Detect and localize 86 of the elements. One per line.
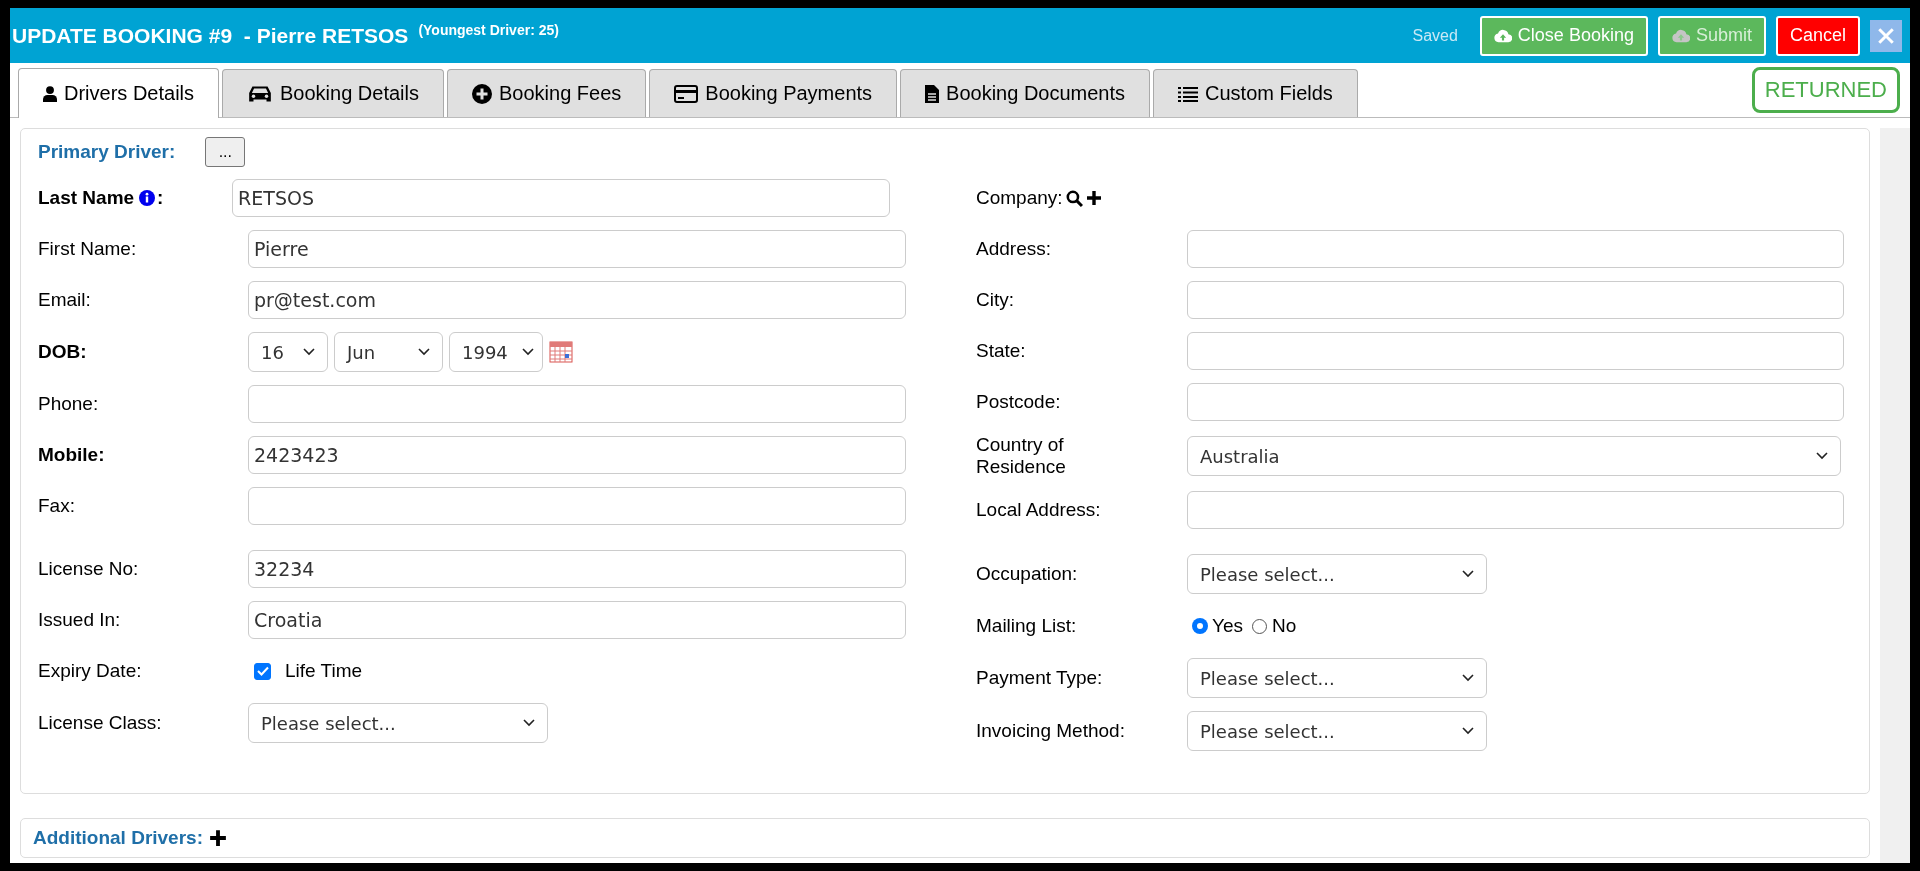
field-label: Fax: xyxy=(38,495,76,517)
tab[interactable]: Drivers Details xyxy=(18,68,220,118)
list-icon xyxy=(1178,85,1199,102)
more-button[interactable]: ... xyxy=(205,137,246,167)
text-field[interactable]: Pierre xyxy=(248,230,906,268)
select-field[interactable]: Please select... xyxy=(1187,554,1487,594)
field-label: Expiry Date: xyxy=(38,660,143,682)
window-title: UPDATE BOOKING #9 - Pierre RETSOS xyxy=(12,23,409,48)
plus-icon xyxy=(1085,190,1102,206)
car-icon xyxy=(247,83,274,104)
text-field[interactable]: RETSOS xyxy=(232,179,891,217)
chevron-down-icon xyxy=(1462,727,1474,735)
text-field[interactable] xyxy=(1187,491,1844,529)
field-label: Mailing List: xyxy=(976,615,1078,637)
youngest-driver-note: (Youngest Driver: 25) xyxy=(418,21,559,38)
select-field[interactable]: Please select... xyxy=(248,703,548,743)
select-field[interactable]: Please select... xyxy=(1187,658,1487,698)
cloud-upload-icon xyxy=(1493,28,1512,43)
radio-label: No xyxy=(1272,615,1297,637)
date-part-select[interactable]: 16 xyxy=(248,332,328,372)
field-label: Postcode: xyxy=(976,391,1062,413)
field-label: License Class: xyxy=(38,712,163,734)
info-icon xyxy=(139,190,156,206)
credit-card-icon xyxy=(674,84,699,103)
search-icon xyxy=(1065,189,1083,207)
chevron-down-icon xyxy=(1462,674,1474,682)
field-label: Address: xyxy=(976,238,1052,260)
add-driver-icon[interactable] xyxy=(209,829,227,847)
text-field[interactable] xyxy=(1187,383,1844,421)
text-field[interactable]: Croatia xyxy=(248,601,906,639)
field-label: City: xyxy=(976,289,1015,311)
field-label: State: xyxy=(976,340,1027,362)
text-field[interactable] xyxy=(1187,332,1844,370)
section-title: Additional Drivers: xyxy=(33,827,203,849)
field-label: Company: xyxy=(976,187,1063,209)
radio-button[interactable] xyxy=(1193,619,1207,633)
chevron-down-icon xyxy=(418,348,430,356)
text-field[interactable]: pr@test.com xyxy=(248,281,906,319)
chevron-down-icon xyxy=(1816,452,1828,460)
select-field[interactable]: Please select... xyxy=(1187,711,1487,751)
field-label: License No: xyxy=(38,558,140,580)
checkbox[interactable] xyxy=(254,662,271,680)
text-field[interactable]: 2423423 xyxy=(248,436,906,474)
close-button[interactable] xyxy=(1870,19,1902,52)
field-label: Email: xyxy=(38,289,92,311)
document-icon xyxy=(925,84,940,103)
field-label: Invoicing Method: xyxy=(976,720,1126,742)
checkbox-label: Life Time xyxy=(285,660,363,682)
booking-status-badge: RETURNED xyxy=(1751,67,1900,113)
user-icon xyxy=(43,84,57,103)
save-status: Saved xyxy=(1412,26,1458,45)
text-field[interactable] xyxy=(248,385,906,423)
date-part-select[interactable]: 1994 xyxy=(449,332,543,372)
calendar-icon[interactable] xyxy=(549,341,573,363)
field-label: DOB: xyxy=(38,341,88,363)
field-label: First Name: xyxy=(38,238,138,260)
radio-label: Yes xyxy=(1212,615,1243,637)
field-label: Issued In: xyxy=(38,609,122,631)
text-field[interactable]: 32234 xyxy=(248,550,906,588)
field-label: Payment Type: xyxy=(976,667,1104,689)
cancel-button[interactable]: Cancel xyxy=(1775,15,1860,56)
text-field[interactable] xyxy=(1187,281,1844,319)
tab[interactable]: Booking Documents xyxy=(900,69,1151,117)
select-field[interactable]: Australia xyxy=(1187,436,1841,476)
close-icon xyxy=(1877,26,1895,45)
text-field[interactable] xyxy=(1187,230,1844,268)
date-part-select[interactable]: Jun xyxy=(334,332,443,372)
text-field[interactable] xyxy=(248,487,906,525)
tab[interactable]: Booking Details xyxy=(222,69,444,117)
label-colon: : xyxy=(157,187,164,209)
field-label: Phone: xyxy=(38,393,100,415)
field-label: Local Address: xyxy=(976,499,1102,521)
tab[interactable]: Booking Payments xyxy=(649,69,898,117)
chevron-down-icon xyxy=(1462,570,1474,578)
plus-circle-icon xyxy=(472,83,492,104)
field-label: Occupation: xyxy=(976,563,1079,585)
field-label: Country of Residence xyxy=(976,434,1067,478)
chevron-down-icon xyxy=(522,348,534,356)
chevron-down-icon xyxy=(523,719,535,727)
cloud-upload-icon xyxy=(1671,28,1690,43)
tab[interactable]: Booking Fees xyxy=(447,69,647,117)
field-label: Last Name xyxy=(38,187,135,209)
section-title: Primary Driver: xyxy=(38,141,176,163)
tab[interactable]: Custom Fields xyxy=(1153,69,1358,117)
field-label: Mobile: xyxy=(38,444,106,466)
chevron-down-icon xyxy=(303,348,315,356)
